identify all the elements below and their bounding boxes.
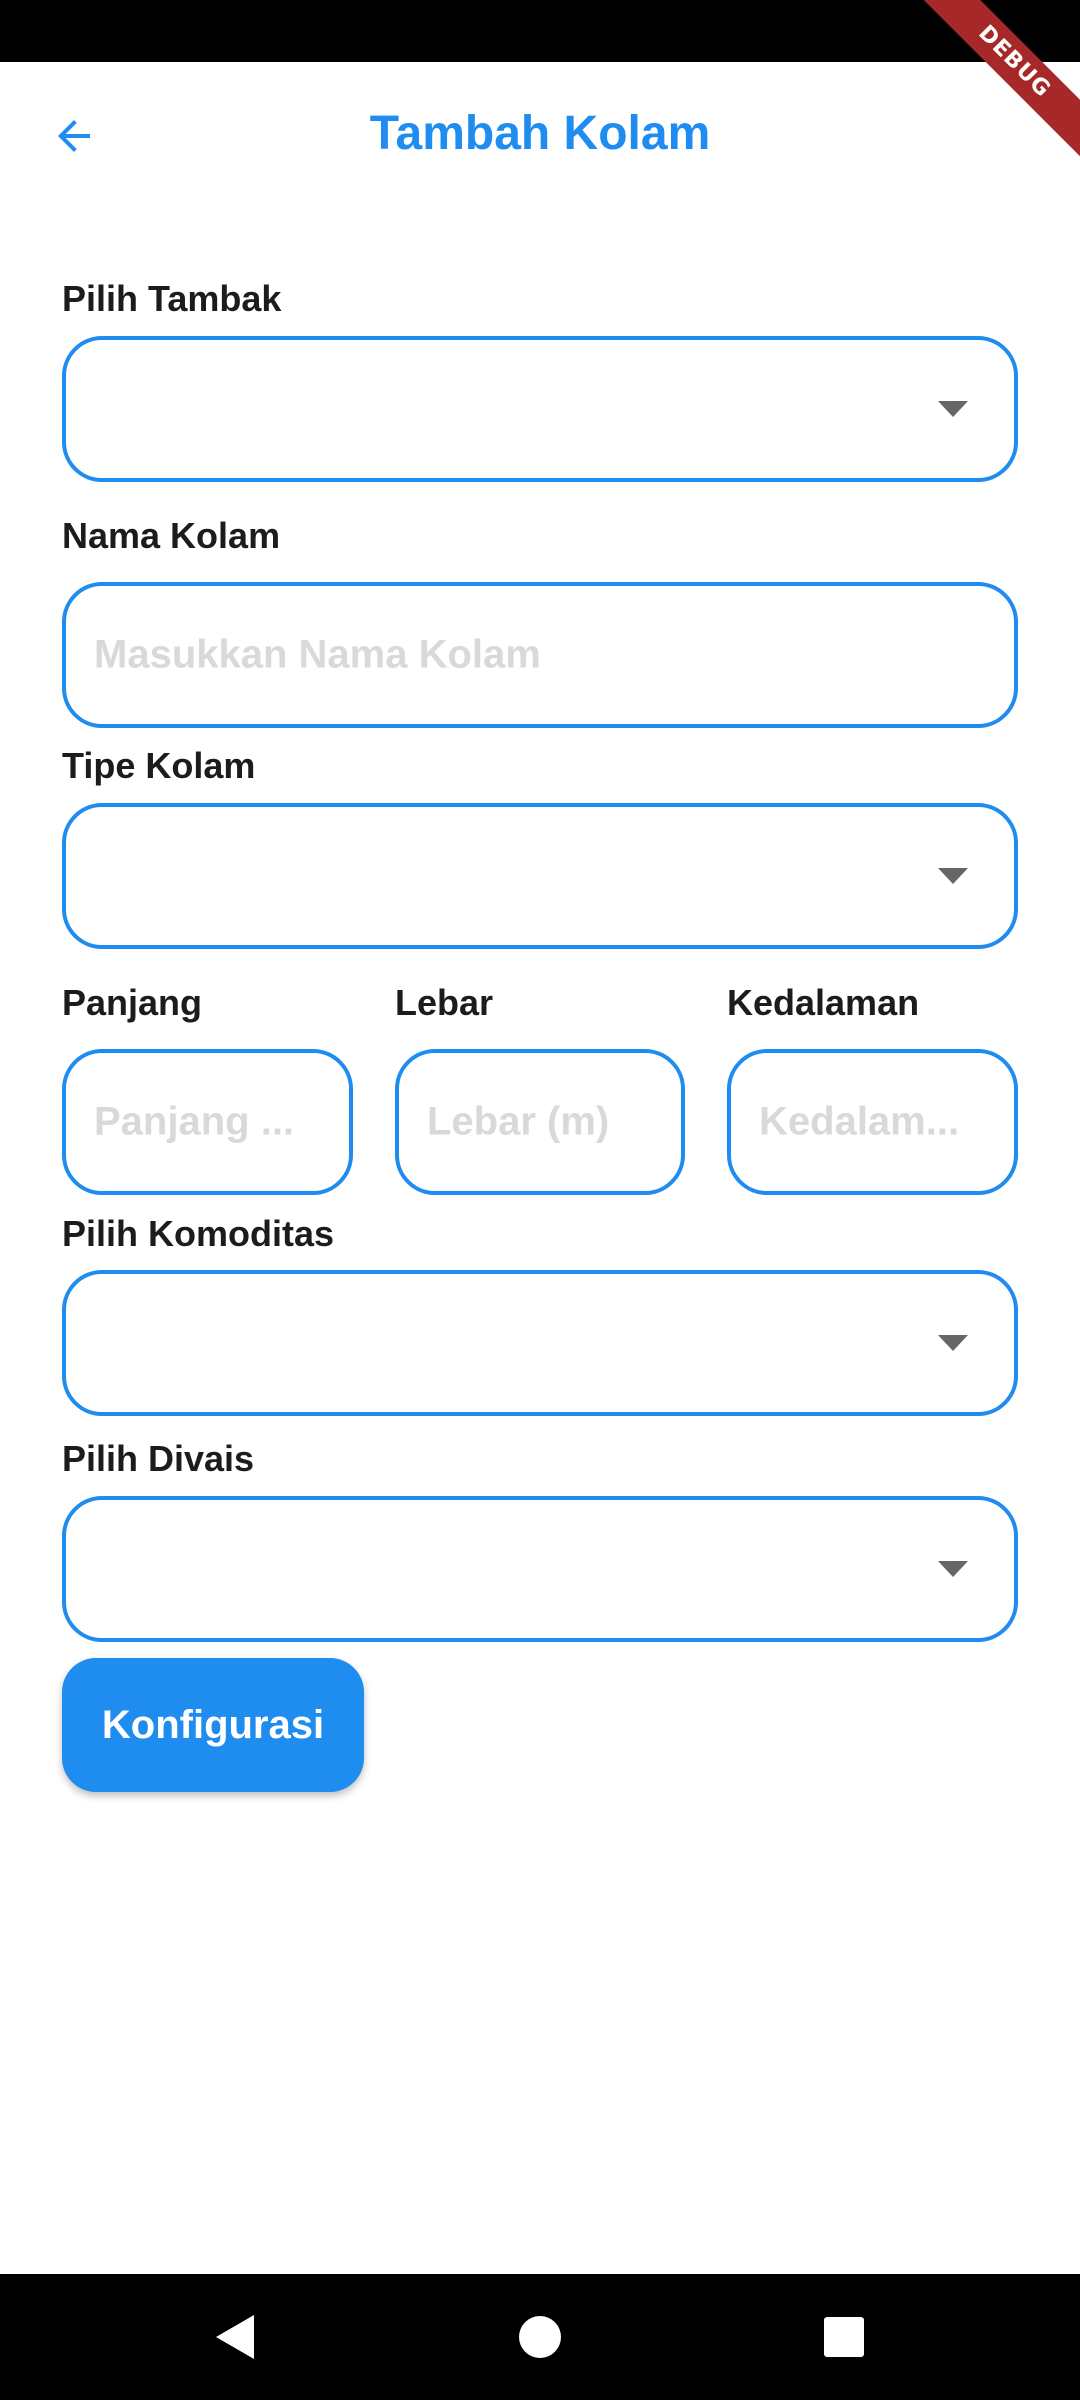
- konfigurasi-button-label: Konfigurasi: [101, 1702, 325, 1747]
- app-bar: Tambah Kolam: [0, 62, 1080, 210]
- divais-dropdown[interactable]: [62, 1496, 1018, 1642]
- kedalaman-label: Kedalaman: [727, 982, 920, 1023]
- caret-down-icon: [938, 868, 968, 884]
- komoditas-label: Pilih Komoditas: [62, 1213, 335, 1254]
- komoditas-dropdown[interactable]: [62, 1270, 1018, 1416]
- page-title: Tambah Kolam: [369, 107, 711, 160]
- system-nav-bar: [0, 2274, 1080, 2400]
- caret-down-icon: [938, 1335, 968, 1351]
- nav-home-button[interactable]: [480, 2274, 600, 2400]
- panjang-placeholder: Panjang ...: [94, 1099, 295, 1144]
- tambak-label: Pilih Tambak: [62, 278, 282, 319]
- nama-kolam-placeholder: Masukkan Nama Kolam: [94, 632, 541, 677]
- kedalaman-input[interactable]: Kedalam...: [727, 1049, 1018, 1195]
- nama-kolam-input[interactable]: Masukkan Nama Kolam: [62, 582, 1018, 728]
- nav-back-button[interactable]: [176, 2274, 296, 2400]
- caret-down-icon: [938, 1561, 968, 1577]
- kedalaman-placeholder: Kedalam...: [759, 1099, 960, 1144]
- nama-kolam-label: Nama Kolam: [62, 515, 281, 556]
- lebar-placeholder: Lebar (m): [427, 1099, 610, 1144]
- status-bar: [0, 0, 1080, 62]
- tipe-kolam-label: Tipe Kolam: [62, 745, 256, 786]
- lebar-label: Lebar: [395, 982, 494, 1023]
- tambak-dropdown[interactable]: [62, 336, 1018, 482]
- divais-label: Pilih Divais: [62, 1438, 255, 1479]
- panjang-input[interactable]: Panjang ...: [62, 1049, 353, 1195]
- nav-back-icon: [216, 2315, 254, 2359]
- tipe-kolam-dropdown[interactable]: [62, 803, 1018, 949]
- caret-down-icon: [938, 401, 968, 417]
- panjang-label: Panjang: [62, 982, 203, 1023]
- nav-home-icon: [519, 2316, 561, 2358]
- konfigurasi-button[interactable]: Konfigurasi: [62, 1658, 364, 1792]
- nav-recents-icon: [824, 2317, 864, 2357]
- nav-recents-button[interactable]: [784, 2274, 904, 2400]
- lebar-input[interactable]: Lebar (m): [395, 1049, 685, 1195]
